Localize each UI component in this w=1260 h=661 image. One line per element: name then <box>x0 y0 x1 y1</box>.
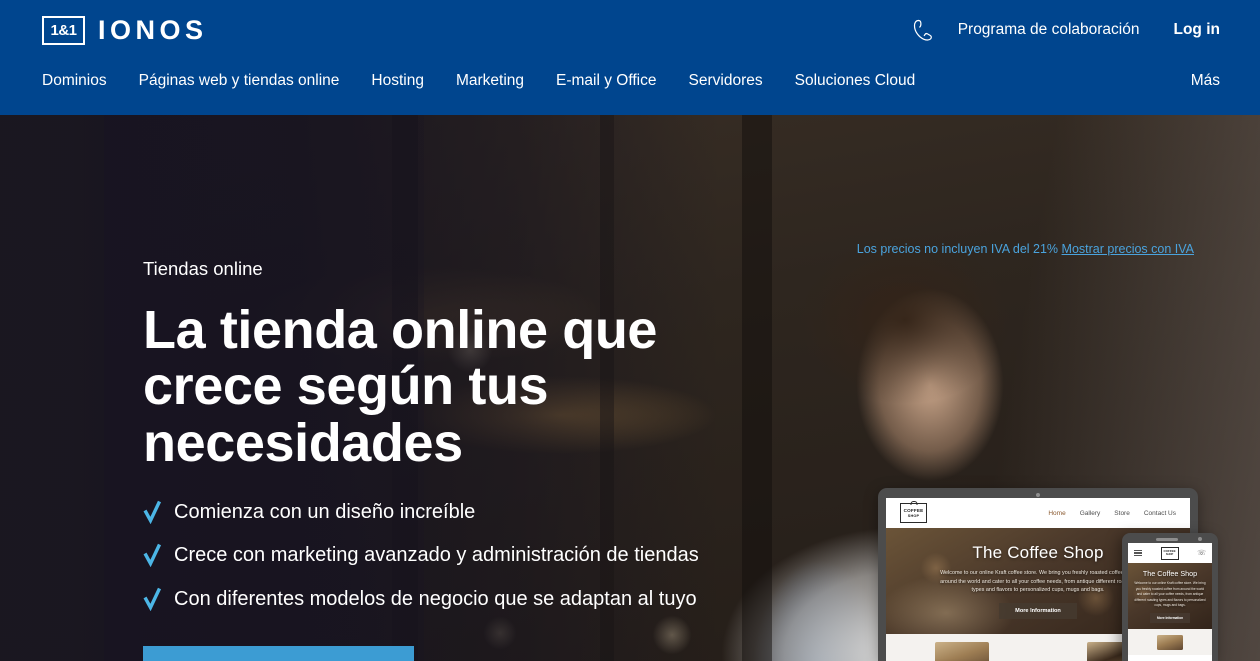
hero-feature-list: Comienza con un diseño increíble Crece c… <box>143 499 763 613</box>
phone-handset-icon[interactable] <box>906 14 942 46</box>
tablet-camera-icon <box>1036 493 1040 497</box>
nav-item-dominios[interactable]: Dominios <box>42 72 107 91</box>
logo-mark-1and1: 1&1 <box>42 15 85 45</box>
coffee-shop-logo-line2: SHOP <box>1165 553 1174 557</box>
header-top-bar: 1&1 IONOS Programa de colaboración Log i… <box>0 0 1260 60</box>
partner-program-link[interactable]: Programa de colaboración <box>958 21 1140 39</box>
vat-notice: Los precios no incluyen IVA del 21% Most… <box>857 242 1194 256</box>
mockup-phone-product-row <box>1128 629 1212 655</box>
mockup-nav-contact-us[interactable]: Contact Us <box>1144 510 1176 517</box>
list-item: Con diferentes modelos de negocio que se… <box>143 586 703 613</box>
ionos-logo[interactable]: 1&1 IONOS <box>42 14 208 45</box>
phone-icon[interactable]: ☏ <box>1197 549 1206 557</box>
vat-notice-text: Los precios no incluyen IVA del 21% <box>856 242 1059 256</box>
nav-item-soluciones-cloud[interactable]: Soluciones Cloud <box>795 72 916 91</box>
main-navigation: Dominios Páginas web y tiendas online Ho… <box>0 60 1260 115</box>
mockup-phone-topbar: COFFEE SHOP ☏ <box>1128 543 1212 563</box>
list-item: Comienza con un diseño increíble <box>143 499 703 526</box>
mockup-phone-hero: The Coffee Shop Welcome to our online Kr… <box>1128 563 1212 629</box>
header-top-right: Programa de colaboración Log in <box>906 14 1220 46</box>
hamburger-menu-icon[interactable] <box>1134 549 1142 557</box>
checkmark-icon <box>143 500 165 524</box>
mockup-site-navigation: Home Gallery Store Contact Us <box>1048 510 1176 517</box>
coffee-shop-logo-icon: COFFEE SHOP <box>900 503 927 523</box>
site-header: 1&1 IONOS Programa de colaboración Log i… <box>0 0 1260 115</box>
mockup-nav-gallery[interactable]: Gallery <box>1080 510 1101 517</box>
checkmark-icon <box>143 543 165 568</box>
phone-screen: COFFEE SHOP ☏ The Coffee Shop Welcome to… <box>1128 543 1212 661</box>
nav-item-hosting[interactable]: Hosting <box>371 72 424 91</box>
hero-eyebrow: Tiendas online <box>143 258 263 279</box>
hero-section: Los precios no incluyen IVA del 21% Most… <box>0 115 1260 661</box>
mockup-phone-hero-title: The Coffee Shop <box>1142 569 1198 579</box>
hero-title: La tienda online que crece según tus nec… <box>143 300 658 473</box>
mockup-phone-more-information-button[interactable]: More Information <box>1149 612 1191 623</box>
feature-text: Crece con marketing avanzado y administr… <box>174 544 699 567</box>
hero-copy: Tiendas online La tienda online que crec… <box>143 258 763 661</box>
mockup-more-information-button[interactable]: More Information <box>999 603 1077 620</box>
coffee-shop-logo-icon: COFFEE SHOP <box>1160 546 1179 560</box>
checkmark-icon <box>143 587 165 612</box>
phone-camera-icon <box>1198 537 1202 541</box>
mockup-hero-title: The Coffee Shop <box>972 542 1104 562</box>
ver-packs-button[interactable]: Ver packs <box>143 646 414 661</box>
feature-text: Comienza con un diseño increíble <box>174 500 476 523</box>
device-mockup: COFFEE SHOP Home Gallery Store Contact U… <box>870 486 1260 661</box>
nav-item-servidores[interactable]: Servidores <box>689 72 763 91</box>
nav-item-mas[interactable]: Más <box>1191 72 1220 91</box>
feature-text: Con diferentes modelos de negocio que se… <box>174 587 697 610</box>
phone-speaker-icon <box>1156 538 1178 541</box>
mockup-nav-store[interactable]: Store <box>1114 510 1130 517</box>
nav-item-email-office[interactable]: E-mail y Office <box>556 72 657 91</box>
product-thumbnail[interactable] <box>1157 635 1183 650</box>
list-item: Crece con marketing avanzado y administr… <box>143 542 703 569</box>
phone-device: COFFEE SHOP ☏ The Coffee Shop Welcome to… <box>1122 533 1218 661</box>
mockup-nav-home[interactable]: Home <box>1048 510 1065 517</box>
mockup-hero-text: Welcome to our online Kraft coffee store… <box>940 569 1136 594</box>
mockup-site-topbar: COFFEE SHOP Home Gallery Store Contact U… <box>886 498 1190 528</box>
product-thumbnail[interactable] <box>935 642 989 661</box>
login-link[interactable]: Log in <box>1174 21 1221 39</box>
mockup-phone-hero-text: Welcome to our online Kraft coffee store… <box>1134 581 1206 608</box>
logo-wordmark-ionos: IONOS <box>98 14 208 45</box>
nav-item-marketing[interactable]: Marketing <box>456 72 524 91</box>
coffee-shop-logo-line2: SHOP <box>907 513 920 518</box>
nav-item-paginas-web[interactable]: Páginas web y tiendas online <box>139 72 340 91</box>
show-prices-with-vat-link[interactable]: Mostrar precios con IVA <box>1062 242 1194 256</box>
